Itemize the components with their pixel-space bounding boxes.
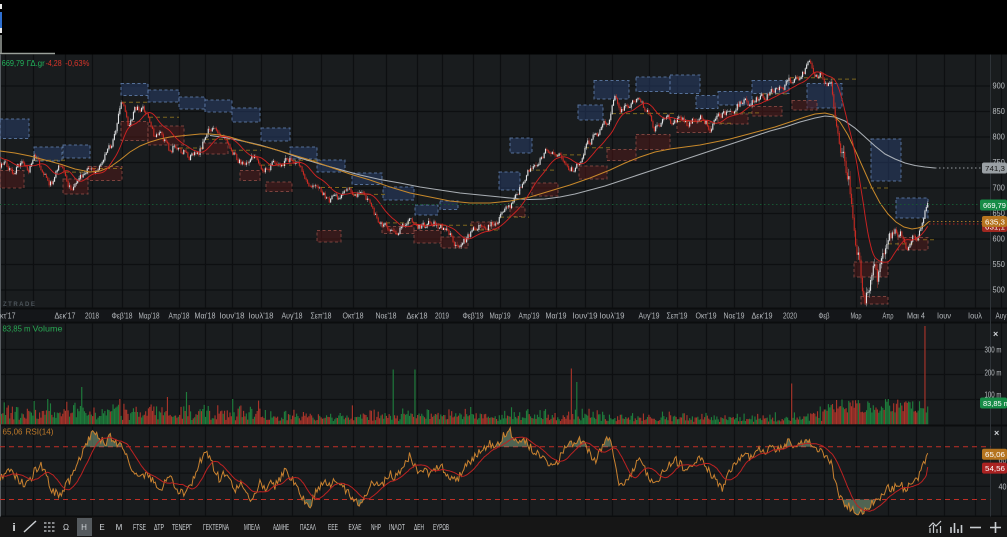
svg-text:54,56: 54,56 bbox=[985, 464, 1005, 473]
svg-text:-0,63%: -0,63% bbox=[65, 58, 90, 68]
svg-text:Οκτ'18: Οκτ'18 bbox=[343, 312, 364, 321]
svg-text:Απρ'18: Απρ'18 bbox=[169, 312, 190, 321]
svg-text:Αυγ'19: Αυγ'19 bbox=[639, 312, 660, 321]
svg-text:Φεβ'18: Φεβ'18 bbox=[112, 312, 133, 321]
svg-text:ΔΤΡ: ΔΤΡ bbox=[154, 523, 164, 532]
svg-text:Ιουλ: Ιουλ bbox=[968, 312, 982, 321]
svg-text:669,79: 669,79 bbox=[983, 201, 1006, 210]
svg-text:ΕΕΕ: ΕΕΕ bbox=[328, 523, 338, 532]
svg-text:i: i bbox=[12, 522, 15, 534]
svg-text:Volume: Volume bbox=[33, 324, 63, 334]
svg-text:83,85 m: 83,85 m bbox=[3, 324, 31, 334]
svg-text:Αυγ'18: Αυγ'18 bbox=[282, 312, 303, 321]
svg-text:FTSE: FTSE bbox=[133, 523, 146, 532]
svg-text:ΓΕΚΤΕΡΝΑ: ΓΕΚΤΕΡΝΑ bbox=[203, 523, 229, 532]
svg-text:-4,28: -4,28 bbox=[46, 58, 62, 68]
svg-text:ΝΗΡ: ΝΗΡ bbox=[371, 523, 381, 532]
svg-text:ΜΠΕΛΑ: ΜΠΕΛΑ bbox=[244, 523, 260, 532]
svg-text:ΕΥΡΩΒ: ΕΥΡΩΒ bbox=[433, 523, 449, 532]
svg-text:83,85 m: 83,85 m bbox=[983, 399, 1007, 408]
svg-text:×: × bbox=[993, 329, 998, 339]
svg-text:Απρ'19: Απρ'19 bbox=[519, 312, 540, 321]
svg-text:550: 550 bbox=[993, 260, 1006, 269]
svg-text:Ιουν'18: Ιουν'18 bbox=[220, 312, 246, 321]
svg-text:900: 900 bbox=[993, 82, 1006, 91]
svg-text:Μαι 4: Μαι 4 bbox=[907, 312, 925, 321]
svg-text:ΔΕΗ: ΔΕΗ bbox=[414, 523, 424, 532]
svg-text:669,79: 669,79 bbox=[2, 58, 25, 68]
svg-text:65,06: 65,06 bbox=[985, 450, 1005, 459]
svg-text:635,3: 635,3 bbox=[985, 218, 1005, 227]
svg-text:ΓΔ.gr: ΓΔ.gr bbox=[27, 58, 45, 68]
svg-text:ΠΑΣΑΛ: ΠΑΣΑΛ bbox=[300, 523, 316, 532]
svg-text:600: 600 bbox=[993, 235, 1006, 244]
svg-text:Ω: Ω bbox=[63, 523, 69, 532]
svg-text:Οκτ'17: Οκτ'17 bbox=[0, 312, 16, 321]
svg-text:Απρ: Απρ bbox=[883, 312, 894, 321]
svg-text:ΑΔΜΗΕ: ΑΔΜΗΕ bbox=[273, 523, 289, 532]
svg-text:ZTRADE: ZTRADE bbox=[3, 302, 36, 308]
svg-text:500: 500 bbox=[993, 286, 1006, 295]
svg-text:Ιουν'19: Ιουν'19 bbox=[573, 312, 599, 321]
svg-text:741,3: 741,3 bbox=[985, 164, 1005, 173]
svg-text:2018: 2018 bbox=[85, 312, 99, 321]
svg-text:Σεπ'19: Σεπ'19 bbox=[667, 312, 688, 321]
svg-text:Ιουν: Ιουν bbox=[937, 312, 951, 321]
svg-text:Νοε'18: Νοε'18 bbox=[376, 312, 397, 321]
svg-text:Οκτ'19: Οκτ'19 bbox=[696, 312, 717, 321]
svg-text:Ιουλ'19: Ιουλ'19 bbox=[600, 312, 626, 321]
svg-text:Δεκ'18: Δεκ'18 bbox=[407, 312, 428, 321]
svg-text:800: 800 bbox=[993, 133, 1006, 142]
svg-text:Φεβ'19: Φεβ'19 bbox=[463, 312, 484, 321]
svg-text:65,06: 65,06 bbox=[3, 427, 23, 437]
svg-text:×: × bbox=[994, 428, 999, 438]
svg-text:Μαρ: Μαρ bbox=[851, 312, 862, 321]
svg-text:ΤΕΝΕΡΓ: ΤΕΝΕΡΓ bbox=[172, 523, 192, 532]
svg-text:300 m: 300 m bbox=[985, 346, 1002, 355]
svg-text:ΙΝΛΟΤ: ΙΝΛΟΤ bbox=[389, 523, 405, 532]
svg-text:RSI(14): RSI(14) bbox=[26, 427, 54, 437]
svg-text:Δεκ'19: Δεκ'19 bbox=[752, 312, 773, 321]
svg-text:Ιουλ'18: Ιουλ'18 bbox=[249, 312, 275, 321]
svg-text:Μαρ'18: Μαρ'18 bbox=[139, 312, 160, 321]
svg-text:2019: 2019 bbox=[435, 312, 449, 321]
svg-text:Η: Η bbox=[81, 523, 87, 532]
svg-text:Αυγ: Αυγ bbox=[996, 312, 1007, 321]
svg-text:Φεβ: Φεβ bbox=[819, 312, 830, 321]
svg-text:Νοε'19: Νοε'19 bbox=[724, 312, 745, 321]
svg-text:Μ: Μ bbox=[116, 523, 123, 532]
svg-text:Μαρ'19: Μαρ'19 bbox=[490, 312, 511, 321]
svg-text:ΕΧΑΕ: ΕΧΑΕ bbox=[349, 523, 362, 532]
svg-text:40: 40 bbox=[999, 482, 1007, 491]
svg-text:Σεπ'18: Σεπ'18 bbox=[311, 312, 332, 321]
svg-text:Ε: Ε bbox=[99, 523, 104, 532]
svg-text:2020: 2020 bbox=[783, 312, 797, 321]
svg-text:700: 700 bbox=[993, 184, 1006, 193]
svg-text:850: 850 bbox=[993, 107, 1006, 116]
svg-text:200 m: 200 m bbox=[985, 369, 1002, 378]
svg-text:Μαι'18: Μαι'18 bbox=[195, 312, 216, 321]
svg-text:Δεκ'17: Δεκ'17 bbox=[55, 312, 76, 321]
svg-text:Μαι'19: Μαι'19 bbox=[546, 312, 567, 321]
